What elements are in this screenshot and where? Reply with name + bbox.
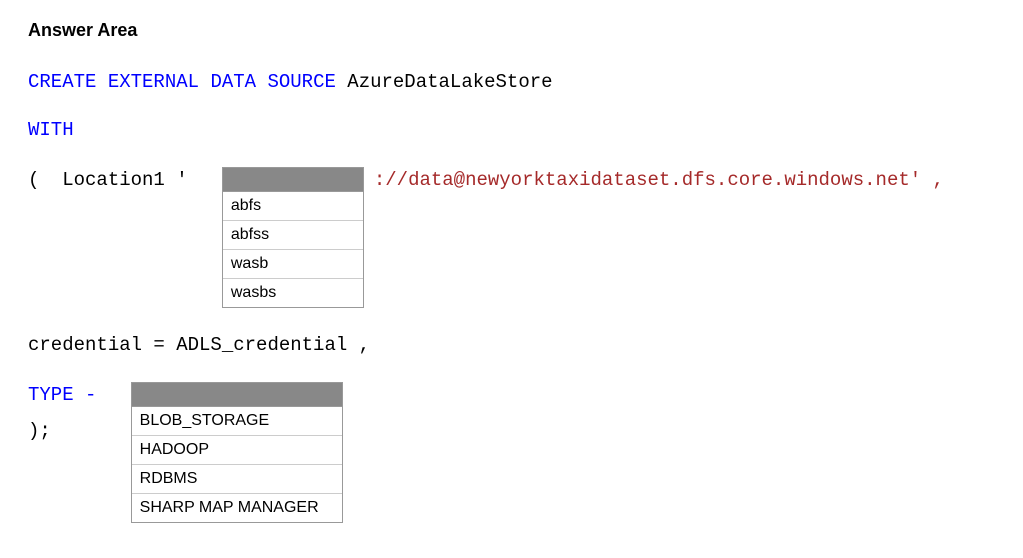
location-prefix: ( Location1 '	[28, 167, 222, 191]
location-row: ( Location1 ' abfs abfss wasb wasbs ://d…	[28, 167, 995, 308]
keyword-external: EXTERNAL	[108, 71, 199, 93]
dropdown-item-abfs[interactable]: abfs	[223, 192, 363, 221]
dropdown-header[interactable]	[132, 383, 342, 407]
type-dropdown[interactable]: BLOB_STORAGE HADOOP RDBMS SHARP MAP MANA…	[131, 382, 343, 523]
credential-text: credential = ADLS_credential ,	[28, 334, 370, 356]
dropdown-item-blob[interactable]: BLOB_STORAGE	[132, 407, 342, 436]
dropdown-item-hadoop[interactable]: HADOOP	[132, 436, 342, 465]
location-scheme-dropdown[interactable]: abfs abfss wasb wasbs	[222, 167, 364, 308]
type-row: TYPE - ); BLOB_STORAGE HADOOP RDBMS SHAR…	[28, 382, 995, 523]
credential-line: credential = ADLS_credential ,	[28, 334, 995, 356]
page-title: Answer Area	[28, 20, 995, 41]
keyword-with: WITH	[28, 119, 74, 141]
type-label: TYPE -	[28, 382, 131, 406]
dropdown-item-sharpmap[interactable]: SHARP MAP MANAGER	[132, 494, 342, 522]
keyword-create: CREATE	[28, 71, 96, 93]
dropdown-item-rdbms[interactable]: RDBMS	[132, 465, 342, 494]
closing-paren: );	[28, 420, 131, 442]
datasource-name: AzureDataLakeStore	[347, 71, 552, 93]
dropdown-item-abfss[interactable]: abfss	[223, 221, 363, 250]
location-url-suffix: ://data@newyorktaxidataset.dfs.core.wind…	[374, 167, 944, 191]
dropdown-header[interactable]	[223, 168, 363, 192]
create-statement: CREATE EXTERNAL DATA SOURCE AzureDataLak…	[28, 71, 995, 93]
keyword-source: SOURCE	[267, 71, 335, 93]
dropdown-item-wasbs[interactable]: wasbs	[223, 279, 363, 307]
dropdown-item-wasb[interactable]: wasb	[223, 250, 363, 279]
with-keyword: WITH	[28, 119, 995, 141]
keyword-data: DATA	[210, 71, 256, 93]
